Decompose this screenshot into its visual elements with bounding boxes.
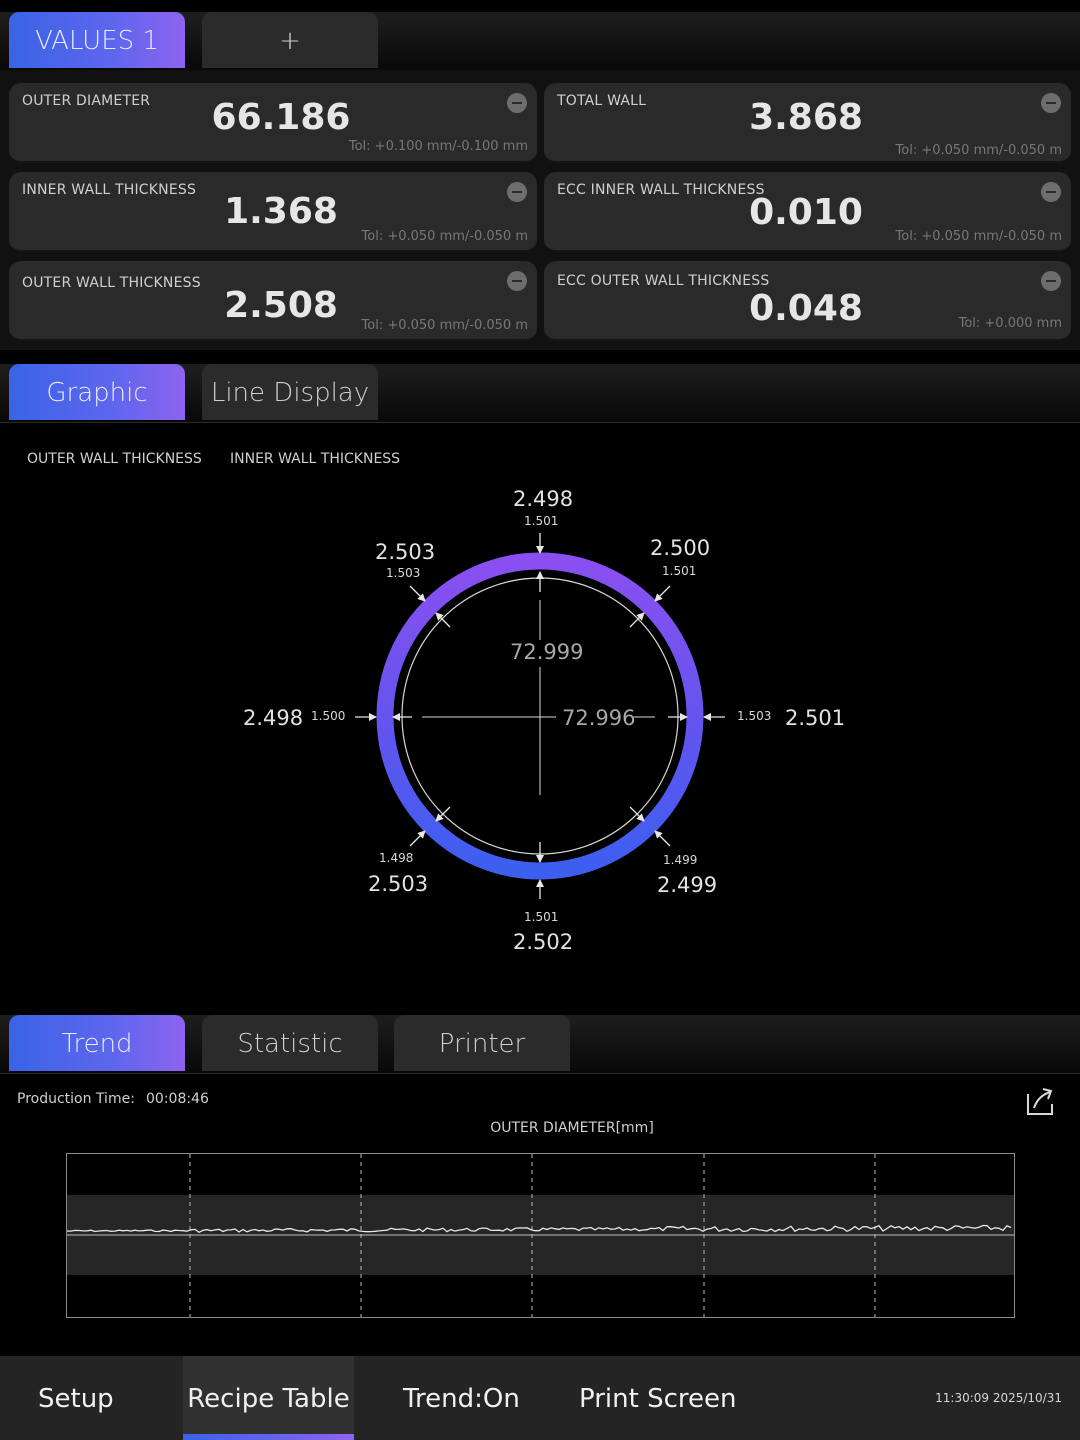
tab-statistic[interactable]: Statistic: [202, 1015, 378, 1071]
bottom-left-outer-value: 2.503: [368, 872, 429, 896]
print-screen-button[interactable]: Print Screen: [579, 1356, 736, 1440]
bottom-outer-value: 2.502: [513, 930, 574, 954]
tab-printer[interactable]: Printer: [394, 1015, 570, 1071]
tab-trend[interactable]: Trend: [9, 1015, 185, 1071]
horizontal-diameter-value: 72.996: [562, 706, 636, 730]
bottom-inner-value: 1.501: [524, 910, 559, 924]
setup-button[interactable]: Setup: [38, 1356, 114, 1440]
right-outer-value: 2.501: [785, 706, 846, 730]
production-time-label: Production Time:: [17, 1091, 135, 1107]
right-inner-value: 1.503: [737, 709, 772, 723]
bottom-right-outer-value: 2.499: [657, 873, 718, 897]
trend-tabbar: Trend Statistic Printer: [0, 1015, 1080, 1074]
top-right-inner-value: 1.501: [662, 564, 697, 578]
bottom-left-inner-value: 1.498: [379, 851, 414, 865]
bottom-right-inner-value: 1.499: [663, 853, 698, 867]
top-inner-value: 1.501: [524, 514, 559, 528]
top-outer-value: 2.498: [513, 487, 574, 511]
bottom-nav-bar: Setup Recipe Table Trend:On Print Screen: [0, 1356, 1080, 1440]
trend-chart: [66, 1153, 1015, 1318]
recipe-table-button[interactable]: Recipe Table: [183, 1356, 354, 1440]
left-inner-value: 1.500: [311, 709, 346, 723]
left-outer-value: 2.498: [243, 706, 304, 730]
export-icon[interactable]: [1024, 1086, 1056, 1118]
trend-chart-title: OUTER DIAMETER[mm]: [490, 1120, 654, 1136]
top-left-outer-value: 2.503: [375, 540, 436, 564]
clock: 11:30:09 2025/10/31: [935, 1391, 1062, 1405]
vertical-diameter-value: 72.999: [510, 640, 584, 664]
top-left-inner-value: 1.503: [386, 566, 421, 580]
trend-toggle-button[interactable]: Trend:On: [403, 1356, 520, 1440]
production-time-value: 00:08:46: [146, 1091, 209, 1107]
top-right-outer-value: 2.500: [650, 536, 711, 560]
